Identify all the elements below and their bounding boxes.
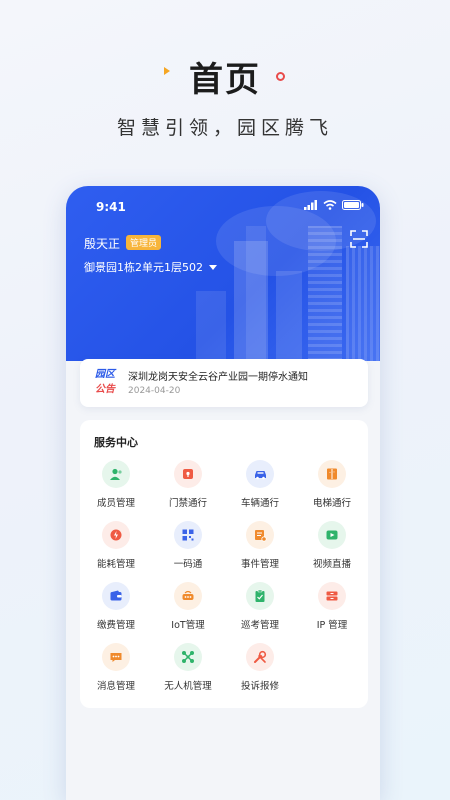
access-control-icon <box>174 460 202 488</box>
video-icon <box>318 521 346 549</box>
service-item-access-control[interactable]: 门禁通行 <box>152 460 224 521</box>
message-icon <box>102 643 130 671</box>
promo-title: 首页 <box>189 60 261 100</box>
scan-icon[interactable] <box>350 230 368 248</box>
drone-icon <box>174 643 202 671</box>
service-item-label: 能耗管理 <box>96 559 135 570</box>
iot-icon <box>174 582 202 610</box>
service-item-message[interactable]: 消息管理 <box>80 643 152 704</box>
battery-icon <box>342 200 364 210</box>
caret-down-icon <box>209 264 217 270</box>
service-item-label: 消息管理 <box>96 681 135 692</box>
decor-circle <box>276 72 285 81</box>
elevator-icon <box>318 460 346 488</box>
service-item-label: 巡考管理 <box>240 620 279 631</box>
service-item-label: 投诉报修 <box>240 681 279 692</box>
event-icon <box>246 521 274 549</box>
service-item-elevator[interactable]: 电梯通行 <box>296 460 368 521</box>
car-icon <box>246 460 274 488</box>
service-item-qrcode[interactable]: 一码通 <box>152 521 224 582</box>
service-item-label: 无人机管理 <box>164 681 212 692</box>
address-text: 御景园1栋2单元1层502 <box>84 261 203 274</box>
notice-card[interactable]: 园区 公告 深圳龙岗天安全云谷产业园一期停水通知 2024-04-20 <box>80 359 368 407</box>
status-icons <box>304 200 364 210</box>
service-item-energy[interactable]: 能耗管理 <box>80 521 152 582</box>
user-name: 殷天正 <box>84 237 121 251</box>
energy-icon <box>102 521 130 549</box>
ip-icon <box>318 582 346 610</box>
service-item-label: 成员管理 <box>96 498 135 509</box>
phone-mockup: 9:41 殷天正 管理员 御景园1栋2单元1层502 园区 公告 深圳龙岗天安全… <box>66 186 380 800</box>
service-item-label: 缴费管理 <box>96 620 135 631</box>
inspection-icon <box>246 582 274 610</box>
service-center: 服务中心 成员管理 门禁通行 车辆通行 电梯通行能耗管理 一码通 事件管理 视频直播缴费管理… <box>80 420 368 708</box>
wifi-icon <box>323 200 337 210</box>
service-item-ip[interactable]: IP 管理 <box>296 582 368 643</box>
signal-icon <box>304 200 317 210</box>
notice-date: 2024-04-20 <box>128 386 181 396</box>
role-badge: 管理员 <box>126 235 162 250</box>
service-item-video[interactable]: 视频直播 <box>296 521 368 582</box>
service-item-label: 电梯通行 <box>312 498 351 509</box>
members-icon <box>102 460 130 488</box>
service-item-inspection[interactable]: 巡考管理 <box>224 582 296 643</box>
service-item-event[interactable]: 事件管理 <box>224 521 296 582</box>
service-center-title: 服务中心 <box>94 436 138 449</box>
wallet-icon <box>102 582 130 610</box>
service-item-label: 车辆通行 <box>240 498 279 509</box>
service-grid: 成员管理 门禁通行 车辆通行 电梯通行能耗管理 一码通 事件管理 视频直播缴费管理 IoT管理… <box>80 460 368 704</box>
notice-title: 深圳龙岗天安全云谷产业园一期停水通知 <box>128 372 308 383</box>
service-item-car[interactable]: 车辆通行 <box>224 460 296 521</box>
status-time: 9:41 <box>96 200 126 214</box>
service-item-label: IP 管理 <box>316 620 348 631</box>
service-item-label: 视频直播 <box>312 559 351 570</box>
service-item-wallet[interactable]: 缴费管理 <box>80 582 152 643</box>
service-item-iot[interactable]: IoT管理 <box>152 582 224 643</box>
service-item-label: 事件管理 <box>240 559 279 570</box>
qrcode-icon <box>174 521 202 549</box>
service-item-drone[interactable]: 无人机管理 <box>152 643 224 704</box>
service-item-repair[interactable]: 投诉报修 <box>224 643 296 704</box>
service-item-label: 门禁通行 <box>168 498 207 509</box>
notice-logo: 园区 公告 <box>95 369 115 395</box>
promo-subtitle: 智慧引领，园区腾飞 <box>116 117 333 139</box>
service-item-label: 一码通 <box>173 559 203 570</box>
address-selector[interactable]: 御景园1栋2单元1层502 <box>84 259 217 275</box>
header-banner: 9:41 殷天正 管理员 御景园1栋2单元1层502 <box>66 186 380 361</box>
service-item-members[interactable]: 成员管理 <box>80 460 152 521</box>
service-item-label: IoT管理 <box>171 620 205 631</box>
repair-icon <box>246 643 274 671</box>
